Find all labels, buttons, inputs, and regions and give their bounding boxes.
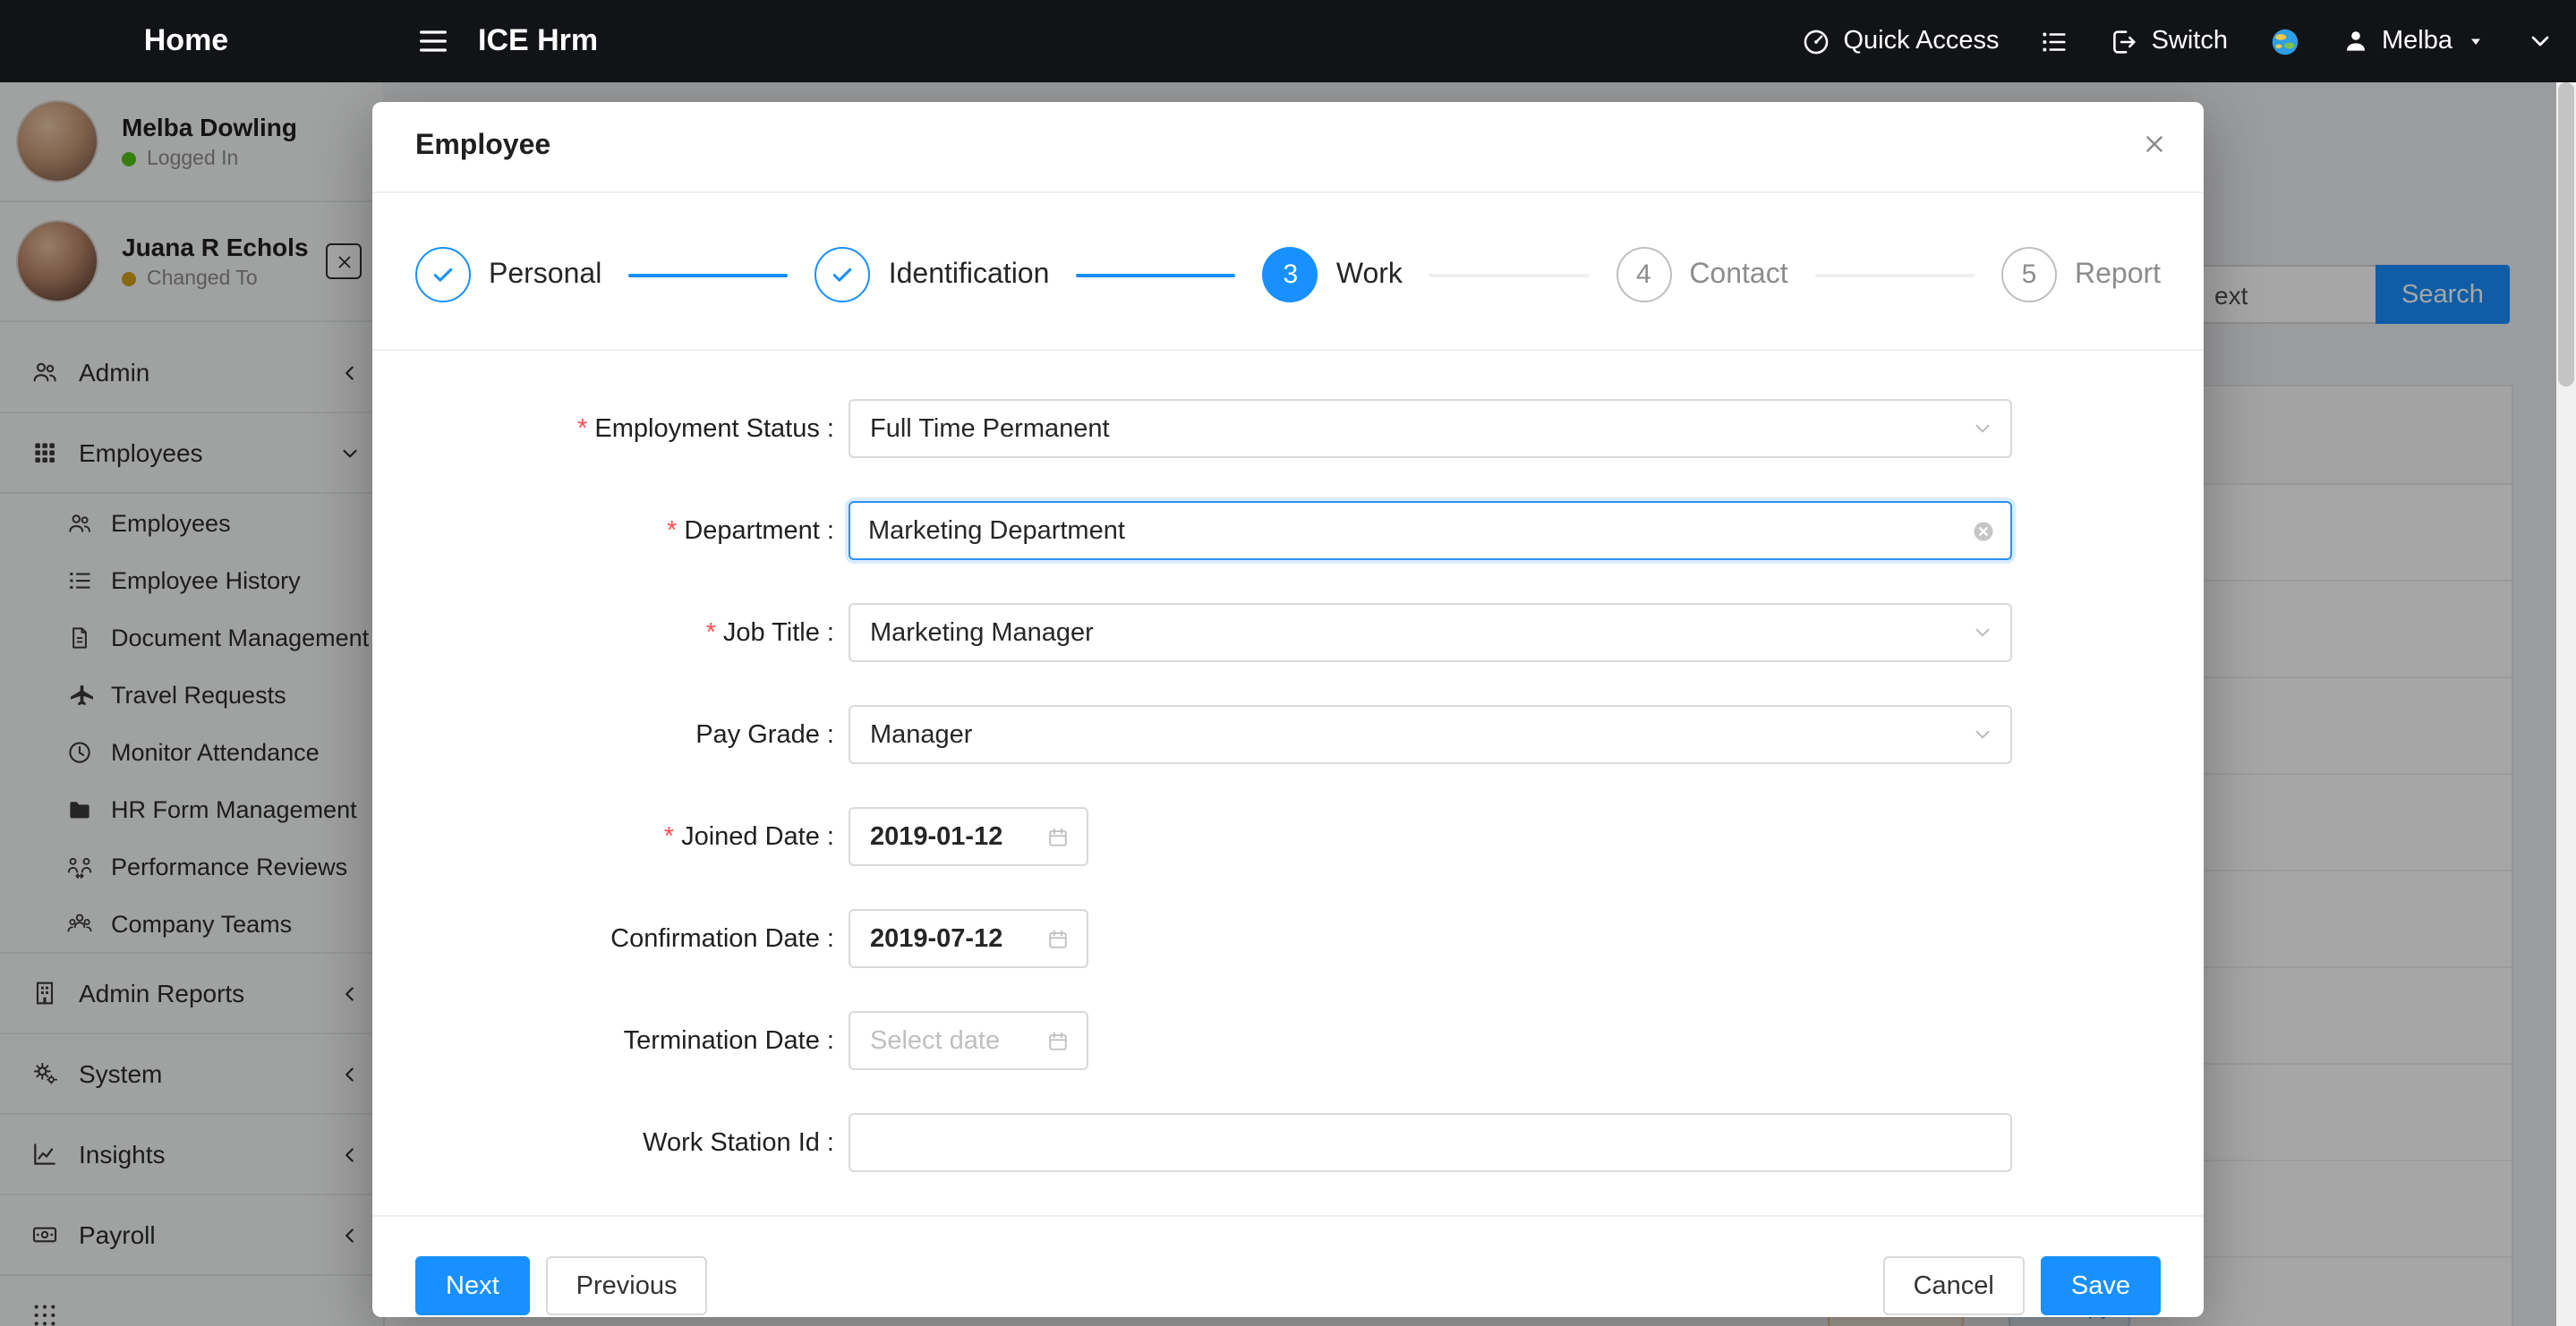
form-row-termination-date: Termination Date Select date [415, 1011, 2161, 1070]
step-connector [628, 273, 788, 276]
select-value: Manager [870, 720, 972, 749]
job-title-select[interactable]: Marketing Manager [849, 603, 2012, 662]
nav-right-group: Quick Access Switch Melba [1801, 24, 2555, 58]
form-row-confirmation-date: Confirmation Date 2019-07-12 [415, 909, 2161, 968]
previous-button[interactable]: Previous [546, 1256, 708, 1315]
employee-modal: Employee Personal Identification 3 [372, 102, 2204, 1317]
chevron-down-icon [1971, 417, 1994, 440]
step-label: Personal [489, 259, 601, 291]
modal-footer: Next Previous Cancel Save [372, 1215, 2204, 1326]
field-label: Employment Status [415, 414, 834, 443]
date-placeholder: Select date [870, 1026, 1000, 1055]
termination-date-picker[interactable]: Select date [849, 1011, 1088, 1070]
work-form: Employment Status Full Time Permanent De… [372, 351, 2204, 1215]
field-label: Confirmation Date [415, 924, 834, 953]
language-globe-button[interactable] [2267, 24, 2301, 58]
employment-status-select[interactable]: Full Time Permanent [849, 399, 2012, 458]
modal-close-button[interactable] [2141, 129, 2168, 157]
step-number: 4 [1616, 247, 1671, 302]
form-row-department: Department [415, 501, 2161, 560]
chevron-down-icon [2526, 27, 2555, 55]
department-field [849, 501, 2012, 560]
next-button[interactable]: Next [415, 1256, 530, 1315]
caret-down-icon [2465, 30, 2486, 52]
chevron-down-icon [1971, 621, 1994, 644]
chevron-down-icon [1971, 723, 1994, 746]
switch-user-button[interactable]: Switch [2109, 26, 2228, 56]
user-menu-button[interactable]: Melba [2341, 27, 2486, 55]
date-value: 2019-07-12 [870, 924, 1002, 953]
step-identification[interactable]: Identification [815, 247, 1050, 302]
field-label: Department [415, 516, 834, 545]
step-finish-icon [415, 247, 471, 302]
pay-grade-select[interactable]: Manager [849, 705, 2012, 764]
field-label: Job Title [415, 618, 834, 647]
date-value: 2019-01-12 [870, 822, 1002, 851]
quick-access-label: Quick Access [1844, 27, 2000, 55]
step-label: Report [2075, 259, 2161, 291]
app-title: ICE Hrm [478, 23, 598, 59]
quick-access-button[interactable]: Quick Access [1801, 26, 2000, 56]
tasks-list-icon [2039, 26, 2069, 56]
step-personal[interactable]: Personal [415, 247, 601, 302]
modal-header: Employee [372, 102, 2204, 193]
step-label: Work [1336, 259, 1403, 291]
switch-label: Switch [2152, 27, 2228, 55]
joined-date-picker[interactable]: 2019-01-12 [849, 807, 1088, 866]
step-work[interactable]: 3 Work [1263, 247, 1403, 302]
step-label: Contact [1689, 259, 1787, 291]
confirmation-date-picker[interactable]: 2019-07-12 [849, 909, 1088, 968]
step-label: Identification [889, 259, 1050, 291]
user-icon [2341, 27, 2369, 55]
select-value: Marketing Manager [870, 618, 1094, 647]
select-value: Full Time Permanent [870, 414, 1110, 443]
step-connector [1429, 273, 1589, 276]
step-connector [1815, 273, 1975, 276]
menu-toggle-button[interactable] [415, 23, 451, 59]
field-label: Pay Grade [415, 720, 834, 749]
top-navbar: Home ICE Hrm Quick Access Switch [0, 0, 2576, 82]
cancel-button[interactable]: Cancel [1883, 1256, 2025, 1315]
app-root: Home ICE Hrm Quick Access Switch [0, 0, 2576, 1326]
form-row-employment-status: Employment Status Full Time Permanent [415, 399, 2161, 458]
close-icon [2141, 131, 2168, 157]
nav-left-group: ICE Hrm [415, 23, 598, 59]
page-scrollbar[interactable] [2556, 82, 2576, 1326]
modal-title: Employee [415, 131, 2161, 163]
form-row-joined-date: Joined Date 2019-01-12 [415, 807, 2161, 866]
check-icon [430, 261, 456, 288]
clear-circle-icon [1971, 518, 1996, 543]
step-finish-icon [815, 247, 871, 302]
step-contact[interactable]: 4 Contact [1616, 247, 1787, 302]
steps-wizard: Personal Identification 3 Work 4 Contact [372, 193, 2204, 351]
calendar-icon [1045, 824, 1070, 849]
form-row-work-station-id: Work Station Id [415, 1113, 2161, 1172]
hamburger-icon [415, 23, 451, 59]
department-input[interactable] [849, 501, 2012, 560]
quick-access-icon [1801, 26, 1831, 56]
check-icon [830, 261, 857, 288]
field-label: Work Station Id [415, 1128, 834, 1157]
navbar-collapse-button[interactable] [2526, 27, 2555, 55]
work-station-id-input[interactable] [849, 1113, 2012, 1172]
globe-icon [2267, 24, 2301, 58]
step-report[interactable]: 5 Report [2001, 247, 2161, 302]
field-label: Termination Date [415, 1026, 834, 1055]
save-button[interactable]: Save [2041, 1256, 2161, 1315]
clear-field-button[interactable] [1971, 518, 1996, 543]
switch-icon [2109, 26, 2139, 56]
form-row-pay-grade: Pay Grade Manager [415, 705, 2161, 764]
step-number: 5 [2001, 247, 2057, 302]
form-row-job-title: Job Title Marketing Manager [415, 603, 2161, 662]
scrollbar-thumb[interactable] [2558, 82, 2574, 387]
nav-home-link[interactable]: Home [0, 23, 372, 59]
calendar-icon [1045, 1028, 1070, 1053]
user-menu-label: Melba [2382, 27, 2452, 55]
tasks-button[interactable] [2039, 26, 2069, 56]
field-label: Joined Date [415, 822, 834, 851]
step-number: 3 [1263, 247, 1318, 302]
calendar-icon [1045, 926, 1070, 951]
step-connector [1076, 273, 1235, 276]
